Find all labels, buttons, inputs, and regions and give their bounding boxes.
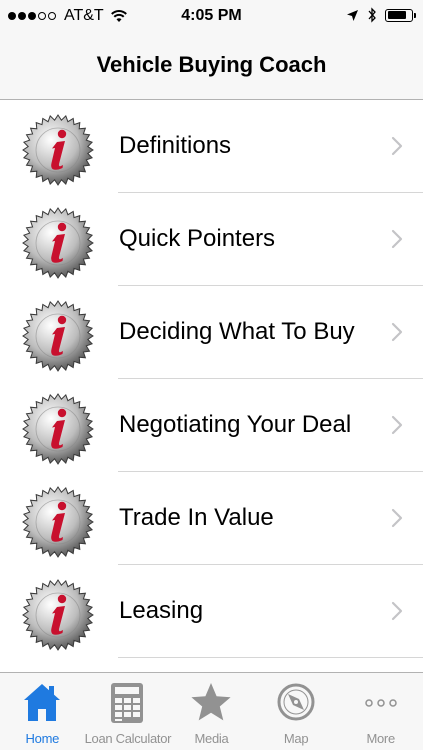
tab-map[interactable]: Map: [254, 673, 339, 751]
chevron-right-icon: [391, 601, 403, 621]
page-title: Vehicle Buying Coach: [96, 52, 327, 77]
navigation-bar: Vehicle Buying Coach: [0, 34, 423, 100]
bluetooth-icon: [368, 7, 376, 23]
status-bar: AT&T 4:05 PM: [0, 0, 423, 34]
tab-more[interactable]: More: [338, 673, 423, 751]
tab-label: More: [366, 731, 395, 746]
tab-label: Map: [283, 731, 309, 746]
tab-loan-calculator[interactable]: Loan Calculator: [84, 673, 172, 751]
list-item-label: Negotiating Your Deal: [119, 411, 352, 438]
list-item[interactable]: Definitions: [0, 100, 423, 193]
chevron-right-icon: [391, 136, 403, 156]
more-icon: [364, 699, 397, 707]
tab-label: Home: [25, 731, 60, 746]
star-icon: [191, 683, 232, 721]
info-seal-icon: [22, 114, 94, 186]
home-icon: [24, 684, 61, 721]
row-divider: [118, 657, 423, 658]
chevron-right-icon: [391, 508, 403, 528]
list-item-label: Trade In Value: [119, 504, 274, 531]
status-right: [338, 7, 416, 23]
list-item[interactable]: Trade In Value: [0, 472, 423, 565]
tab-label: Media: [194, 731, 229, 746]
list-item-label: Quick Pointers: [119, 225, 276, 252]
battery-level: [387, 11, 407, 19]
compass-icon: [277, 683, 315, 721]
location-arrow-icon: [347, 9, 358, 21]
calculator-icon: [110, 683, 143, 723]
list-item[interactable]: Deciding What To Buy: [0, 286, 423, 379]
tab-media[interactable]: Media: [169, 673, 254, 751]
list-item[interactable]: Leasing: [0, 565, 423, 658]
chevron-right-icon: [391, 415, 403, 435]
info-seal-icon: [22, 393, 94, 465]
info-seal-icon: [22, 486, 94, 558]
menu-list: Definitions Quick Pointers Deciding What…: [0, 100, 423, 658]
chevron-right-icon: [391, 229, 403, 249]
info-seal-icon: [22, 579, 94, 651]
info-seal-icon: [22, 207, 94, 279]
list-item[interactable]: Negotiating Your Deal: [0, 379, 423, 472]
tab-label: Loan Calculator: [84, 731, 172, 746]
tab-bar: Home Loan Calculator Media Map More: [0, 672, 423, 750]
list-item[interactable]: Quick Pointers: [0, 193, 423, 286]
list-item-label: Deciding What To Buy: [119, 318, 355, 345]
battery-icon: [385, 8, 416, 22]
info-seal-icon: [22, 300, 94, 372]
list-item-label: Definitions: [119, 132, 232, 159]
list-item-label: Leasing: [119, 597, 204, 624]
tab-home[interactable]: Home: [0, 673, 85, 751]
chevron-right-icon: [391, 322, 403, 342]
